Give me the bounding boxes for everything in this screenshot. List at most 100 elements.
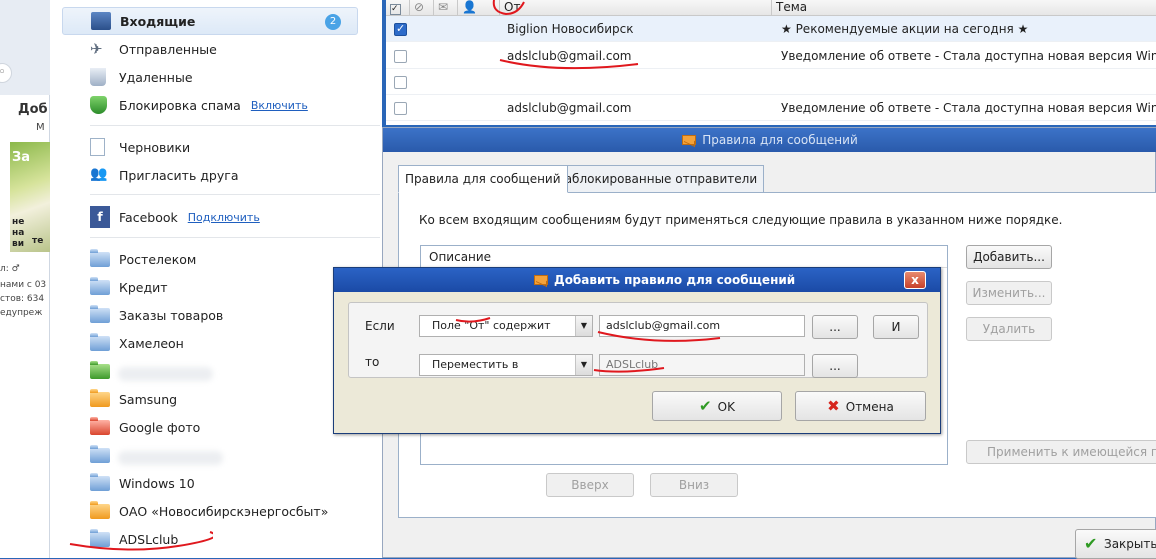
enable-spam-link[interactable]: Включить [251, 99, 308, 112]
message-subject: Уведомление об ответе - Стала доступна н… [781, 49, 1156, 63]
message-checkbox[interactable] [394, 22, 407, 36]
sidebar-folder[interactable]: Заказы товаров [90, 304, 223, 326]
sidebar-item-label: Удаленные [119, 69, 193, 85]
draft-icon [90, 138, 105, 156]
inbox-icon [91, 12, 111, 30]
cancel-button[interactable]: ✖ Отмена [795, 391, 926, 421]
dialog-close-button[interactable]: x [904, 271, 926, 289]
folder-icon [90, 361, 110, 379]
message-row[interactable]: Biglion Новосибирск ★ Рекомендуемые акци… [386, 16, 1156, 42]
sidebar-item-label: Windows 10 [119, 475, 195, 491]
and-button[interactable]: И [873, 315, 919, 339]
sidebar-folder[interactable]: Windows 10 [90, 472, 195, 494]
profile-gender: л: ♂ [0, 264, 20, 274]
close-button[interactable]: ✔ Закрыть [1075, 529, 1156, 559]
select-all-checkbox[interactable]: ✓ [386, 0, 410, 16]
action-select[interactable]: Переместить в ▼ [419, 354, 593, 376]
move-down-button[interactable]: Вниз [650, 473, 738, 497]
tab-message-rules[interactable]: Правила для сообщений [398, 165, 568, 193]
message-subject: ★ Рекомендуемые акции на сегодня ★ [781, 22, 1029, 36]
message-subject: Уведомление об ответе - Стала доступна н… [781, 101, 1156, 115]
sidebar-item-inbox-content: Входящие [91, 10, 195, 32]
sidebar-item-spam[interactable]: Блокировка спама Включить [90, 94, 308, 116]
sidebar-folder[interactable]: Хамелеон [90, 332, 184, 354]
sidebar-folder[interactable]: Кредит [90, 276, 168, 298]
avatar[interactable]: За не на ви те [10, 142, 50, 252]
annotation-underline [593, 367, 665, 373]
sidebar-folder[interactable]: Samsung [90, 388, 177, 410]
profile-strip: ◦ Доб М За не на ви те л: ♂ нами с 03 ст… [0, 0, 50, 558]
unread-count-badge: 2 [325, 14, 341, 30]
sidebar-item-label: Блокировка спама [119, 97, 241, 113]
sidebar-folder[interactable]: Ростелеком [90, 248, 196, 270]
folder-icon [90, 445, 110, 463]
sidebar-folder[interactable]: ОАО «Новосибирскэнергосбыт» [90, 500, 328, 522]
message-checkbox[interactable] [394, 76, 407, 89]
check-icon: ✔ [1084, 534, 1098, 553]
folder-icon [90, 333, 110, 351]
close-button-label: Закрыть [1104, 537, 1156, 551]
sidebar-item-invite[interactable]: 👥 Пригласить друга [90, 164, 239, 186]
browse-folder-button[interactable]: ... [812, 354, 858, 378]
browse-contacts-button[interactable]: ... [812, 315, 858, 339]
sidebar-item-inbox[interactable]: Входящие 2 [62, 7, 358, 35]
edit-rule-button[interactable]: Изменить... [966, 281, 1052, 305]
search-icon[interactable]: ◦ [0, 63, 12, 83]
envelope-icon[interactable]: ✉ [434, 0, 458, 16]
annotation-underline [597, 331, 721, 342]
sidebar-folder[interactable] [90, 360, 119, 382]
if-label: Если [365, 319, 395, 333]
message-row[interactable] [386, 69, 1156, 95]
message-from: Biglion Новосибирск [507, 22, 634, 36]
delete-rule-button[interactable]: Удалить [966, 317, 1052, 341]
mail-icon [534, 275, 548, 285]
column-from[interactable]: От [500, 0, 772, 16]
sidebar-item-label: Пригласить друга [119, 167, 239, 183]
sidebar-divider [90, 237, 380, 238]
folder-icon [90, 389, 110, 407]
trash-icon [90, 68, 106, 86]
profile-greeting: Доб [18, 102, 48, 117]
message-row[interactable]: adslclub@gmail.com Уведомление об ответе… [386, 95, 1156, 121]
rules-list-header: Описание [421, 246, 947, 268]
sidebar-folder[interactable]: Google фото [90, 416, 200, 438]
sidebar-item-label: Ростелеком [119, 251, 197, 267]
rules-intro: Ко всем входящим сообщениям будут примен… [419, 213, 1063, 227]
message-checkbox[interactable] [394, 102, 407, 115]
sidebar-item-label: ОАО «Новосибирскэнергосбыт» [119, 503, 329, 519]
add-rule-button[interactable]: Добавить... [966, 245, 1052, 269]
tab-blocked-senders[interactable]: Заблокированные отправители [550, 165, 765, 193]
profile-sub: М [36, 122, 45, 133]
redacted-label [118, 451, 223, 465]
condition-select[interactable]: Поле "От" содержит ▼ [419, 315, 593, 337]
ok-button[interactable]: ✔ OK [652, 391, 782, 421]
folder-icon [90, 501, 110, 519]
move-up-button[interactable]: Вверх [546, 473, 634, 497]
sidebar-item-sent[interactable]: ✈ Отправленные [90, 38, 217, 60]
sidebar-item-drafts[interactable]: Черновики [90, 136, 190, 158]
folder-icon [90, 277, 110, 295]
column-subject[interactable]: Тема [772, 0, 1156, 16]
avatar-text: те [32, 236, 44, 246]
sidebar-item-deleted[interactable]: Удаленные [90, 66, 193, 88]
message-from: adslclub@gmail.com [507, 101, 632, 115]
sidebar-item-label: Google фото [119, 419, 201, 435]
check-icon: ✔ [699, 397, 712, 415]
chevron-down-icon[interactable]: ▼ [575, 355, 592, 375]
apply-to-existing-button[interactable]: Применить к имеющейся почте [966, 440, 1156, 464]
message-checkbox[interactable] [394, 50, 407, 63]
attachment-icon[interactable]: ⊘ [410, 0, 434, 16]
mail-icon [682, 135, 697, 145]
profile-posts: стов: 634 [0, 294, 45, 304]
sidebar-folder[interactable] [90, 444, 119, 466]
connect-facebook-link[interactable]: Подключить [188, 211, 260, 224]
users-icon: 👥 [90, 166, 108, 182]
then-label: то [365, 355, 380, 369]
avatar-text: За [12, 150, 31, 165]
sidebar-item-label: Заказы товаров [119, 307, 224, 323]
cross-icon: ✖ [827, 397, 840, 415]
dialog-titlebar: Добавить правило для сообщений [334, 268, 940, 292]
avatar-text: ви [12, 239, 25, 249]
sidebar-item-facebook[interactable]: f Facebook Подключить [90, 206, 260, 228]
chevron-down-icon[interactable]: ▼ [575, 316, 592, 336]
